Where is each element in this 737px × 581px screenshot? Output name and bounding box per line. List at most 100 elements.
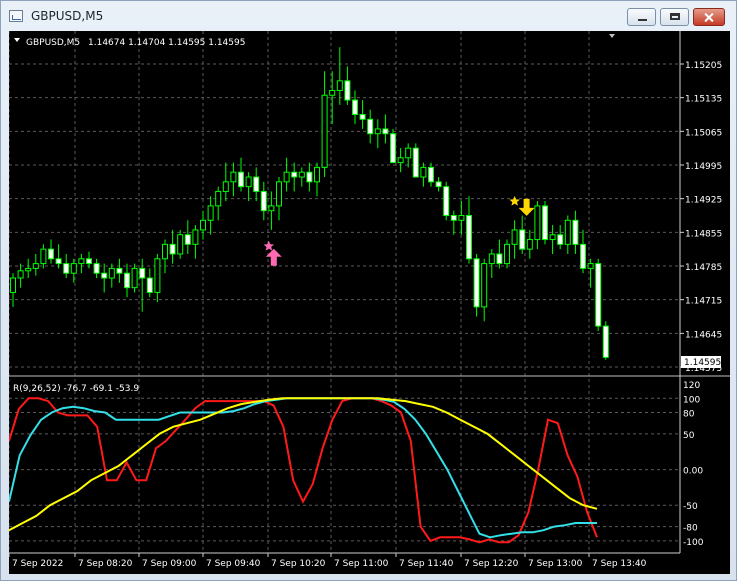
candle-body	[329, 89, 336, 96]
grid	[9, 31, 680, 553]
time-label: 7 Sep 13:40	[592, 559, 647, 569]
candle-body	[283, 171, 290, 183]
candle-body	[595, 263, 602, 327]
candle-body	[298, 171, 305, 178]
candle-body	[587, 263, 594, 269]
price-label: 1.14925	[685, 196, 722, 206]
candle-body	[207, 205, 214, 221]
candle-body	[306, 171, 313, 183]
candle-body	[466, 215, 472, 260]
price-label: 1.14785	[685, 263, 722, 273]
candle-body	[63, 263, 70, 274]
current-price-label: 1.14595	[684, 358, 721, 368]
candle-body	[367, 118, 374, 135]
star-icon	[509, 195, 520, 206]
candle-body	[17, 270, 24, 279]
indicator-axis: 120 100 80 50 0.00 -50 -80 -100	[683, 381, 704, 548]
candle-body	[25, 267, 32, 272]
sell-arrow-icon	[518, 198, 535, 216]
candle-body	[542, 205, 548, 241]
candle-body	[458, 215, 465, 221]
price-label: 1.14715	[685, 297, 722, 307]
candle-body	[192, 229, 199, 245]
candle-body	[169, 243, 176, 255]
chart-canvas[interactable]: GBPUSD,M5 1.14674 1.14704 1.14595 1.1459…	[9, 31, 730, 574]
title-bar[interactable]: GBPUSD,M5	[1, 1, 736, 31]
price-label: 1.15205	[685, 61, 722, 71]
yellow-indicator-line	[9, 397, 598, 532]
time-label: 7 Sep 10:20	[271, 559, 326, 569]
candle-body	[344, 80, 351, 101]
price-label: 1.14855	[685, 229, 722, 239]
candle-body	[70, 263, 77, 274]
cyan-indicator-line	[9, 397, 597, 539]
candle-body	[473, 258, 480, 308]
candle-body	[519, 229, 526, 250]
candle-body	[276, 181, 282, 207]
indicator-level-label: 80	[683, 410, 695, 420]
candle-body	[124, 272, 130, 289]
time-label: 7 Sep 09:40	[206, 559, 261, 569]
close-button[interactable]	[693, 8, 725, 26]
red-indicator-line	[9, 397, 598, 544]
time-label: 7 Sep 13:00	[528, 559, 583, 569]
candle-body	[526, 239, 533, 250]
candle-body	[116, 267, 123, 274]
candle-body	[146, 277, 153, 293]
candle-body	[200, 219, 206, 231]
candle-body	[139, 267, 146, 279]
indicator-level-label: 120	[683, 381, 700, 391]
candle-body	[93, 263, 100, 274]
candle-body	[572, 219, 579, 245]
candle-body	[32, 263, 39, 269]
candle-body	[86, 258, 92, 265]
chart-window-icon	[9, 10, 23, 22]
candle-body	[101, 272, 108, 279]
shift-marker-icon[interactable]	[609, 34, 615, 38]
candle-body	[549, 234, 556, 241]
candle-body	[238, 171, 244, 188]
candle-body	[580, 243, 586, 269]
candle-body	[504, 243, 510, 265]
chart-area[interactable]: GBPUSD,M5 1.14674 1.14704 1.14595 1.1459…	[9, 31, 730, 574]
indicator-lines	[9, 397, 598, 544]
indicator-level-label: -50	[683, 502, 698, 512]
maximize-button[interactable]	[660, 8, 689, 26]
indicator-level-label: 0.00	[683, 467, 703, 477]
candle-body	[412, 147, 419, 178]
indicator-level-label: -100	[683, 538, 704, 548]
candle-body	[268, 205, 275, 212]
indicator-level-label: 50	[683, 431, 695, 441]
candle-body	[184, 234, 191, 245]
time-axis: 7 Sep 2022 7 Sep 08:20 7 Sep 09:00 7 Sep 09…	[9, 553, 647, 569]
candle-body	[230, 171, 237, 183]
candle-body	[390, 133, 396, 164]
candle-body	[40, 248, 47, 265]
candle-body	[564, 219, 571, 245]
candle-body	[511, 229, 518, 245]
candle-body	[222, 181, 229, 192]
time-label: 7 Sep 09:00	[142, 559, 197, 569]
time-label: 7 Sep 11:40	[399, 559, 454, 569]
candle-body	[314, 166, 320, 183]
price-label: 1.14995	[685, 162, 722, 172]
indicator-label: R(9,26,52) -76.7 -69.1 -53.9	[13, 384, 139, 394]
candle-body	[177, 234, 184, 255]
candle-body	[131, 267, 138, 289]
time-label: 7 Sep 2022	[12, 559, 63, 569]
time-label: 7 Sep 12:20	[464, 559, 519, 569]
star-icon	[263, 240, 275, 251]
candle-body	[245, 176, 252, 188]
candle-body	[260, 190, 267, 212]
candle-body	[10, 277, 16, 293]
collapse-triangle-icon[interactable]	[14, 38, 20, 42]
candle-body	[154, 258, 161, 293]
window-title: GBPUSD,M5	[31, 9, 104, 23]
candle-body	[534, 205, 541, 241]
candle-body	[374, 128, 381, 135]
price-label: 1.15065	[685, 128, 722, 138]
price-label: 1.15135	[685, 95, 722, 105]
candle-body	[359, 114, 366, 120]
price-label: 1.14645	[685, 330, 722, 340]
minimize-button[interactable]	[627, 8, 656, 26]
